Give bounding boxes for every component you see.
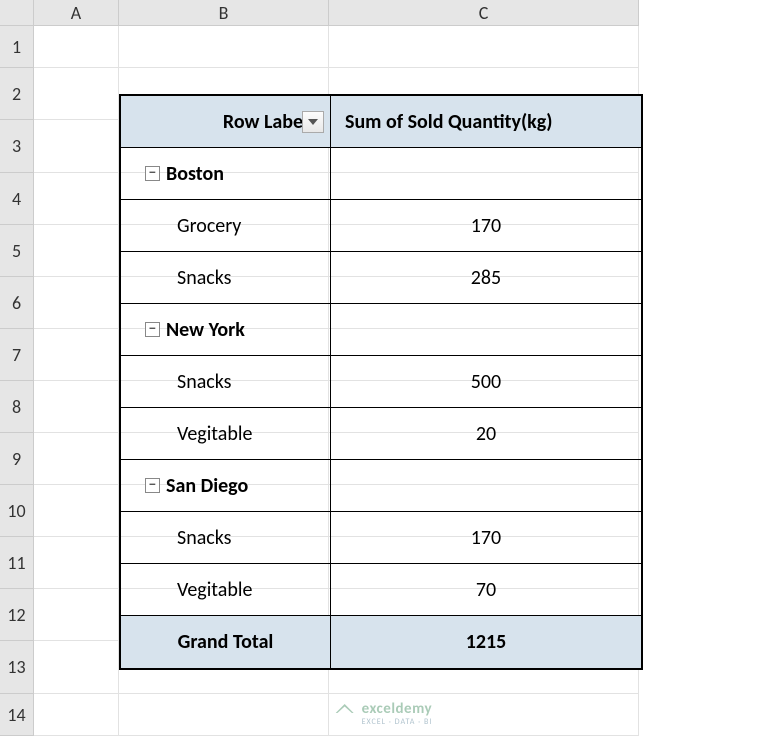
pivot-item-label[interactable]: Vegitable: [121, 564, 331, 616]
cell[interactable]: [34, 589, 119, 641]
cell[interactable]: [34, 277, 119, 329]
cell[interactable]: [34, 225, 119, 277]
collapse-icon[interactable]: −: [145, 166, 160, 181]
chevron-down-icon: [308, 119, 318, 125]
collapse-icon[interactable]: −: [145, 322, 160, 337]
cell[interactable]: [34, 537, 119, 589]
cell[interactable]: [34, 433, 119, 485]
group-name: New York: [166, 318, 245, 342]
cell[interactable]: [34, 120, 119, 173]
watermark: exceldemy EXCEL · DATA · BI: [336, 700, 433, 726]
pivot-table: Row LabelsSum of Sold Quantity(kg)−Bosto…: [119, 94, 643, 670]
watermark-icon: [336, 704, 354, 722]
row-header-5[interactable]: 5: [0, 225, 34, 277]
cell[interactable]: [119, 26, 329, 68]
collapse-icon[interactable]: −: [145, 478, 160, 493]
group-name: Boston: [166, 162, 224, 186]
filter-dropdown-button[interactable]: [302, 111, 324, 133]
cell[interactable]: [34, 26, 119, 68]
row-header-12[interactable]: 12: [0, 589, 34, 641]
pivot-item-label[interactable]: Snacks: [121, 252, 331, 304]
pivot-item-label[interactable]: Snacks: [121, 512, 331, 564]
row-header-6[interactable]: 6: [0, 277, 34, 329]
pivot-header-sum[interactable]: Sum of Sold Quantity(kg): [331, 96, 641, 148]
column-header-C[interactable]: C: [329, 0, 639, 26]
pivot-group-value-empty: [331, 148, 641, 200]
pivot-group-new-york[interactable]: −New York: [121, 304, 331, 356]
row-headers: 1234567891011121314: [0, 26, 34, 736]
row-header-14[interactable]: 14: [0, 694, 34, 736]
select-all-corner[interactable]: [0, 0, 34, 26]
sum-col-text: Sum of Sold Quantity(kg): [345, 110, 552, 134]
row-header-13[interactable]: 13: [0, 641, 34, 694]
row-header-4[interactable]: 4: [0, 173, 34, 225]
cell[interactable]: [119, 694, 329, 736]
pivot-grand-total-label: Grand Total: [121, 616, 331, 668]
cell[interactable]: [329, 26, 639, 68]
pivot-group-boston[interactable]: −Boston: [121, 148, 331, 200]
column-header-A[interactable]: A: [34, 0, 119, 26]
cell[interactable]: [34, 173, 119, 225]
cell[interactable]: [34, 694, 119, 736]
pivot-group-value-empty: [331, 304, 641, 356]
row-header-8[interactable]: 8: [0, 381, 34, 433]
pivot-group-san-diego[interactable]: −San Diego: [121, 460, 331, 512]
row-header-2[interactable]: 2: [0, 68, 34, 120]
watermark-text: exceldemy EXCEL · DATA · BI: [362, 700, 433, 726]
spreadsheet-sheet: ABC 1234567891011121314 Row LabelsSum of…: [0, 0, 768, 752]
pivot-item-value: 285: [331, 252, 641, 304]
pivot-item-label[interactable]: Vegitable: [121, 408, 331, 460]
row-header-1[interactable]: 1: [0, 26, 34, 68]
row-header-10[interactable]: 10: [0, 485, 34, 537]
row-header-7[interactable]: 7: [0, 329, 34, 381]
group-name: San Diego: [166, 474, 248, 498]
cell[interactable]: [34, 381, 119, 433]
cell[interactable]: [34, 485, 119, 537]
pivot-item-label[interactable]: Snacks: [121, 356, 331, 408]
pivot-item-label[interactable]: Grocery: [121, 200, 331, 252]
pivot-item-value: 170: [331, 200, 641, 252]
pivot-item-value: 70: [331, 564, 641, 616]
pivot-item-value: 500: [331, 356, 641, 408]
cell[interactable]: [34, 641, 119, 694]
row-header-11[interactable]: 11: [0, 537, 34, 589]
pivot-item-value: 170: [331, 512, 641, 564]
pivot-grand-total-value: 1215: [331, 616, 641, 668]
column-headers: ABC: [34, 0, 639, 26]
pivot-header-row-labels[interactable]: Row Labels: [121, 96, 331, 148]
column-header-B[interactable]: B: [119, 0, 329, 26]
pivot-item-value: 20: [331, 408, 641, 460]
pivot-group-value-empty: [331, 460, 641, 512]
row-header-9[interactable]: 9: [0, 433, 34, 485]
cell[interactable]: [34, 329, 119, 381]
cell[interactable]: [34, 68, 119, 120]
row-header-3[interactable]: 3: [0, 120, 34, 173]
